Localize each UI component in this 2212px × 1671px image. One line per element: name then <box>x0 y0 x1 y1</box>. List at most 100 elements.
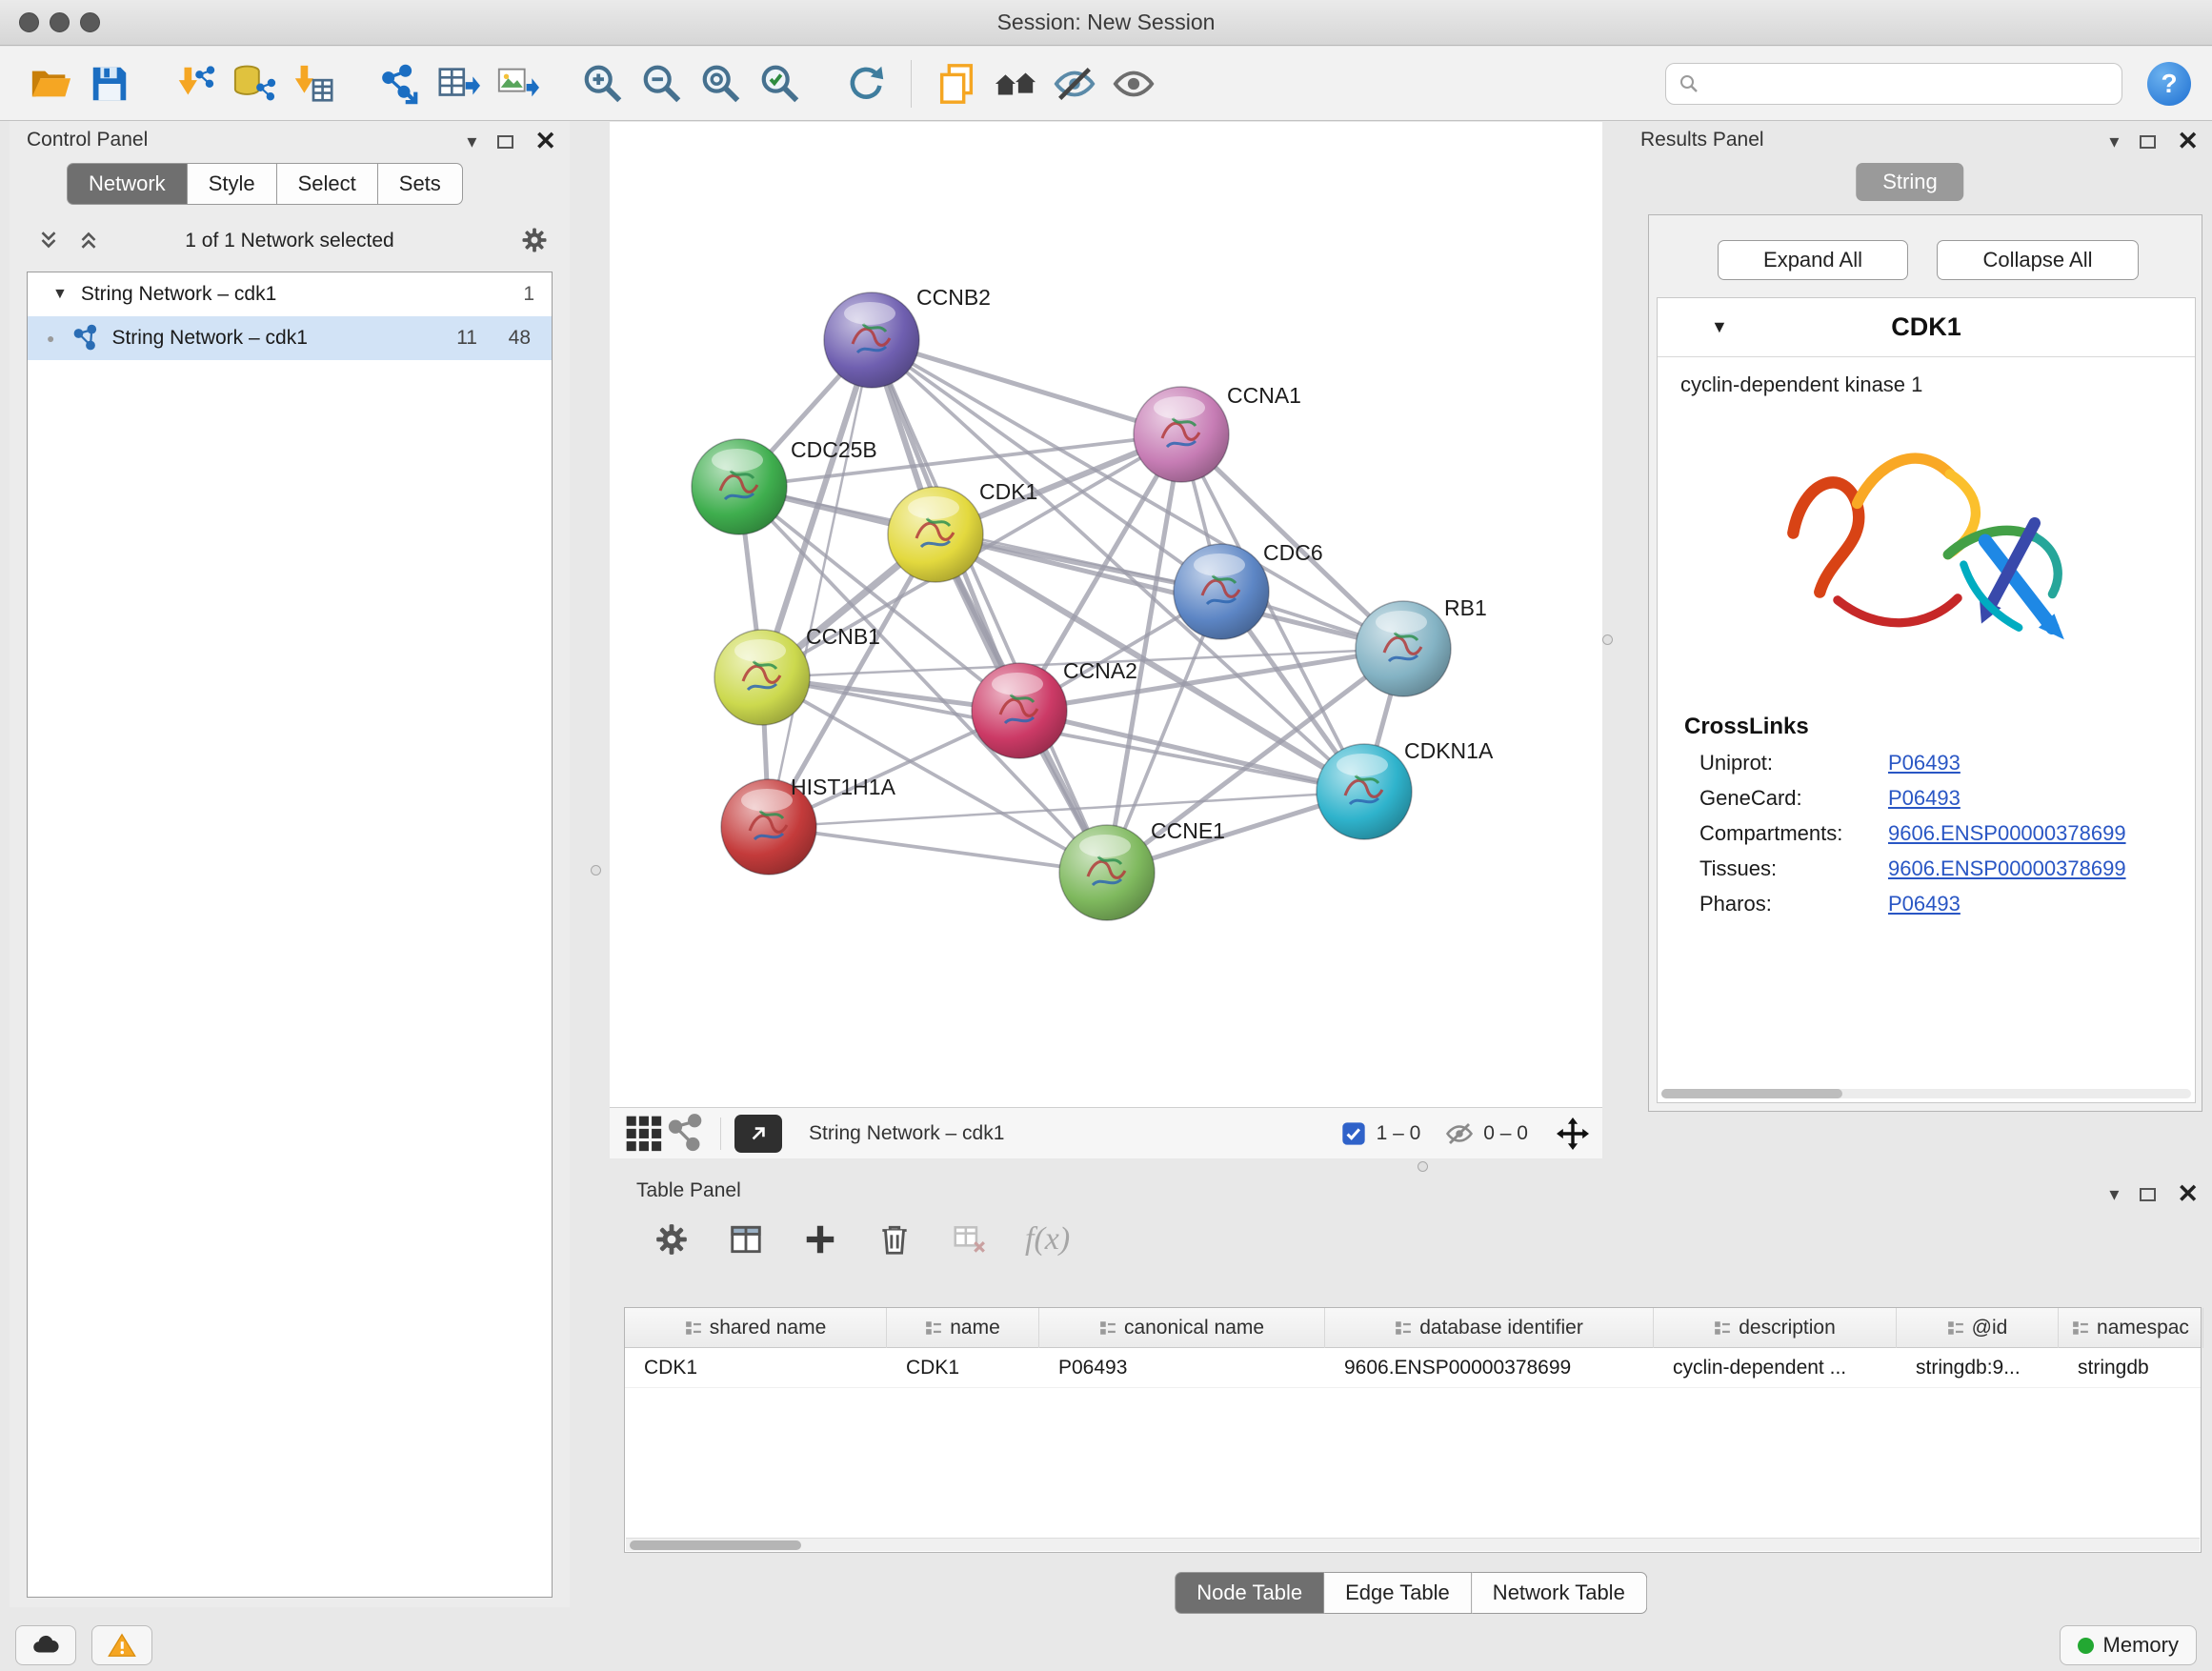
network-node-CCNE1[interactable] <box>1059 825 1155 920</box>
card-scrollbar-thumb[interactable] <box>1661 1089 1842 1098</box>
tab-sets[interactable]: Sets <box>378 163 463 205</box>
table-panel-menu-icon[interactable]: ▾ <box>2109 1182 2119 1206</box>
table-cell[interactable]: P06493 <box>1039 1348 1325 1388</box>
network-canvas[interactable]: CCNB2CCNA1CDC25BCDK1CDC6RB1CCNB1CCNA2CDK… <box>610 122 1602 1107</box>
tab-style[interactable]: Style <box>188 163 277 205</box>
hide-selected-button[interactable] <box>1045 54 1104 113</box>
control-panel-close-icon[interactable]: ✕ <box>534 129 556 154</box>
bottom-splitter-handle[interactable] <box>1418 1161 1428 1172</box>
import-network-file-button[interactable] <box>166 54 225 113</box>
save-floppy-icon <box>88 62 131 106</box>
crosslink-link[interactable]: P06493 <box>1888 751 1961 775</box>
help-button[interactable]: ? <box>2147 62 2191 106</box>
network-node-CCNA1[interactable] <box>1134 387 1229 482</box>
table-cell[interactable]: CDK1 <box>625 1348 887 1388</box>
save-session-button[interactable] <box>80 54 139 113</box>
left-splitter-handle[interactable] <box>591 865 601 876</box>
tab-network[interactable]: Network <box>67 163 188 205</box>
network-node-CDC6[interactable] <box>1174 544 1269 639</box>
expand-all-button[interactable]: Expand All <box>1718 240 1908 280</box>
network-collection-row[interactable]: ▼ String Network – cdk1 1 <box>28 272 552 316</box>
network-edge-CCNB2-CCNE1[interactable] <box>872 340 1107 873</box>
export-image-button[interactable] <box>488 54 547 113</box>
table-cell[interactable]: 9606.ENSP00000378699 <box>1325 1348 1654 1388</box>
new-network-button[interactable] <box>370 54 429 113</box>
column-header-shared-name[interactable]: shared name <box>625 1308 887 1348</box>
zoom-out-button[interactable] <box>633 54 692 113</box>
collapse-all-button[interactable]: Collapse All <box>1937 240 2139 280</box>
table-options-gear-icon[interactable] <box>654 1221 690 1258</box>
network-edge-CCNB2-HIST1H1A[interactable] <box>769 340 872 827</box>
table-cell[interactable]: cyclin-dependent ... <box>1654 1348 1897 1388</box>
column-header-description[interactable]: description <box>1654 1308 1897 1348</box>
control-panel-float-icon[interactable] <box>497 135 513 149</box>
network-node-CCNB2[interactable] <box>824 292 919 388</box>
pan-crosshair-icon[interactable] <box>1557 1117 1589 1150</box>
tree-expand-icon[interactable]: ▼ <box>52 286 68 303</box>
zoom-selected-button[interactable] <box>751 54 810 113</box>
network-options-gear-icon[interactable] <box>520 226 549 254</box>
import-network-database-button[interactable] <box>225 54 284 113</box>
show-hidden-button[interactable] <box>1104 54 1163 113</box>
table-cell[interactable]: CDK1 <box>887 1348 1039 1388</box>
table-row[interactable]: CDK1CDK1P064939606.ENSP00000378699cyclin… <box>625 1348 2201 1388</box>
warnings-button[interactable] <box>91 1625 152 1665</box>
column-header-canonical-name[interactable]: canonical name <box>1039 1308 1325 1348</box>
network-node-CDK1[interactable] <box>888 487 983 582</box>
network-node-CCNB1[interactable] <box>714 630 810 725</box>
crosslink-link[interactable]: 9606.ENSP00000378699 <box>1888 856 2126 881</box>
column-header-label: name <box>950 1317 1000 1339</box>
crosslink-link[interactable]: P06493 <box>1888 892 1961 916</box>
tab-node-table[interactable]: Node Table <box>1175 1572 1324 1614</box>
refresh-view-button[interactable] <box>836 54 895 113</box>
network-node-CCNA2[interactable] <box>972 663 1067 758</box>
table-cell[interactable]: stringdb:9... <box>1897 1348 2059 1388</box>
crosslink-link[interactable]: P06493 <box>1888 786 1961 811</box>
birdseye-grid-button[interactable] <box>623 1115 665 1153</box>
table-scrollbar-thumb[interactable] <box>630 1540 801 1550</box>
cloud-status-button[interactable] <box>15 1625 76 1665</box>
network-overview-button[interactable] <box>665 1115 707 1153</box>
zoom-fit-button[interactable] <box>692 54 751 113</box>
network-row-selected[interactable]: ● String Network – cdk1 11 48 <box>28 316 552 360</box>
table-cell[interactable]: stringdb <box>2059 1348 2203 1388</box>
crosslink-link[interactable]: 9606.ENSP00000378699 <box>1888 821 2126 846</box>
search-input[interactable] <box>1708 71 2110 96</box>
gene-card-collapse-icon[interactable]: ▼ <box>1711 317 1728 337</box>
network-edge-CDK1-RB1[interactable] <box>935 534 1403 649</box>
results-panel-close-icon[interactable]: ✕ <box>2177 129 2199 154</box>
export-image-icon <box>495 62 539 106</box>
memory-button[interactable]: Memory <box>2060 1625 2197 1665</box>
network-node-RB1[interactable] <box>1356 601 1451 696</box>
tab-network-table[interactable]: Network Table <box>1472 1572 1647 1614</box>
zoom-in-button[interactable] <box>573 54 633 113</box>
delete-column-icon[interactable] <box>876 1221 913 1258</box>
network-graph[interactable]: CCNB2CCNA1CDC25BCDK1CDC6RB1CCNB1CCNA2CDK… <box>610 122 1602 1107</box>
column-header-name[interactable]: name <box>887 1308 1039 1348</box>
results-panel-float-icon[interactable] <box>2140 135 2156 149</box>
tab-string[interactable]: String <box>1856 163 1963 201</box>
table-panel-float-icon[interactable] <box>2140 1188 2156 1201</box>
network-node-CDKN1A[interactable] <box>1317 744 1412 839</box>
network-edge-HIST1H1A-CCNE1[interactable] <box>769 827 1107 873</box>
network-collection-count: 1 <box>523 283 534 306</box>
network-node-CDC25B[interactable] <box>692 439 787 534</box>
neighbors-button[interactable] <box>986 54 1045 113</box>
tab-select[interactable]: Select <box>277 163 378 205</box>
control-panel-menu-icon[interactable]: ▾ <box>467 130 476 153</box>
table-panel-close-icon[interactable]: ✕ <box>2177 1181 2199 1207</box>
network-edge-CCNB2-CCNA1[interactable] <box>872 340 1181 434</box>
column-header-namespac[interactable]: namespac <box>2059 1308 2203 1348</box>
column-header--id[interactable]: @id <box>1897 1308 2059 1348</box>
export-table-button[interactable] <box>429 54 488 113</box>
add-column-icon[interactable] <box>802 1221 838 1258</box>
tab-edge-table[interactable]: Edge Table <box>1324 1572 1472 1614</box>
open-in-window-button[interactable] <box>734 1115 782 1153</box>
results-panel-menu-icon[interactable]: ▾ <box>2109 130 2119 153</box>
import-table-button[interactable] <box>284 54 343 113</box>
column-header-database-identifier[interactable]: database identifier <box>1325 1308 1654 1348</box>
open-session-button[interactable] <box>21 54 80 113</box>
main-toolbar: ? <box>0 47 2212 121</box>
duplicate-network-button[interactable] <box>927 54 986 113</box>
show-columns-icon[interactable] <box>728 1221 764 1258</box>
